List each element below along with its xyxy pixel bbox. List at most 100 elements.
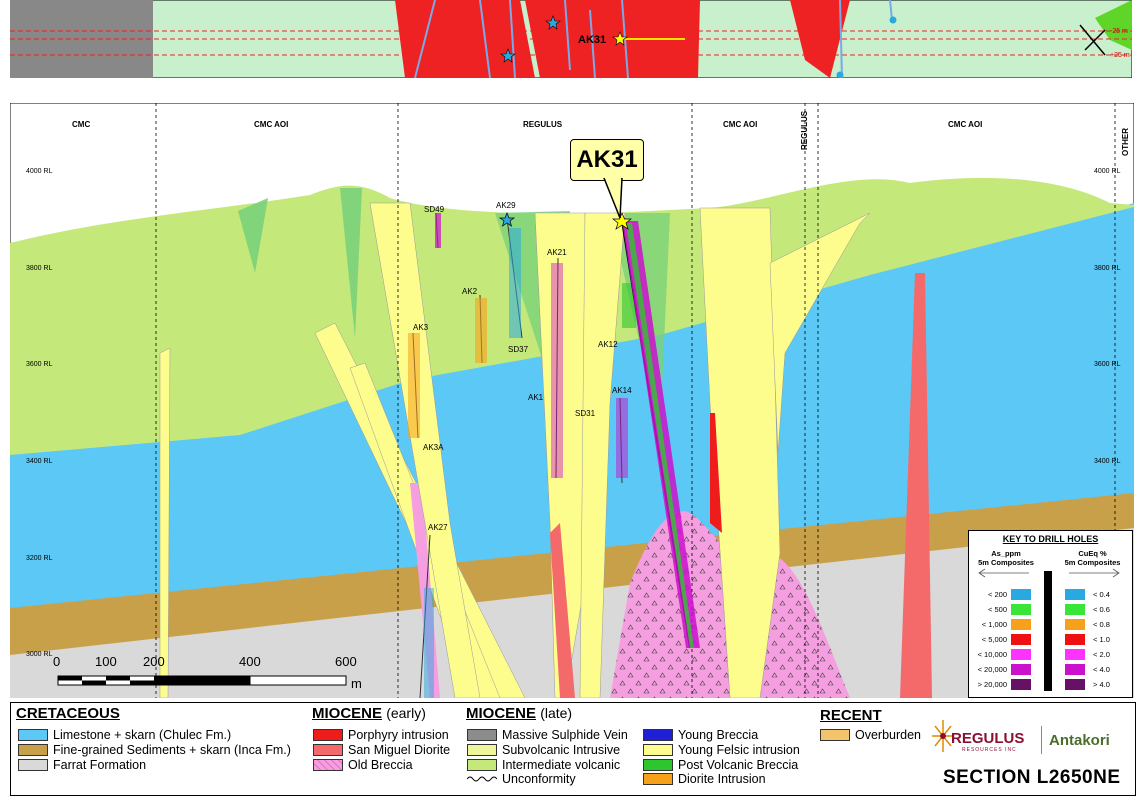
key-cueq-label: > 4.0 [1093, 680, 1110, 689]
ak31-callout: AK31 [570, 139, 644, 181]
unconformity-icon [467, 776, 497, 782]
key-as-swatch [1011, 604, 1031, 615]
key-as-label: < 500 [988, 605, 1007, 614]
key-cueq-swatch [1065, 634, 1085, 645]
legend-item-overburden: Overburden [820, 728, 921, 742]
key-cueq-label: < 0.6 [1093, 605, 1110, 614]
rl-label: 3000 RL [26, 651, 53, 658]
legend-item-diorite: Diorite Intrusion [643, 772, 766, 786]
scale-bar [57, 675, 347, 686]
logo-divider [1041, 726, 1042, 754]
hole-label-sd31: SD31 [575, 409, 596, 418]
key-cueq-label: < 1.0 [1093, 635, 1110, 644]
key-right-head: CuEq % 5m Composites [1064, 549, 1121, 567]
hole-label-sd49: SD49 [424, 205, 445, 214]
key-left-head: As_ppm 5m Composites [978, 549, 1034, 567]
key-cueq-swatch [1065, 664, 1085, 675]
swatch [820, 729, 850, 741]
swatch [467, 729, 497, 741]
key-as-swatch [1011, 664, 1031, 675]
scale-tick-label: 600 [335, 654, 357, 669]
zone-label: CMC AOI [948, 120, 983, 129]
rl-label: 3600 RL [26, 361, 53, 368]
plan-label-plus25: +25 m [1110, 52, 1130, 59]
hole-label-ak27: AK27 [428, 523, 448, 532]
key-as-swatch [1011, 589, 1031, 600]
scale-unit: m [351, 676, 362, 691]
rl-label: 4000 RL [1094, 168, 1121, 175]
key-as-swatch [1011, 649, 1031, 660]
legend-heading-miocene-early: MIOCENE (early) [312, 705, 426, 722]
drillhole-key: KEY TO DRILL HOLES As_ppm 5m Composites … [968, 530, 1133, 698]
key-as-label: < 1,000 [981, 620, 1007, 629]
hole-label-ak3: AK3 [413, 323, 429, 332]
key-cueq-swatch [1065, 604, 1085, 615]
key-as-swatch [1011, 634, 1031, 645]
legend-item-farrat: Farrat Formation [18, 758, 146, 772]
swatch [643, 759, 673, 771]
key-cueq-label: < 4.0 [1093, 665, 1110, 674]
cross-section [10, 103, 1134, 698]
zone-label: CMC AOI [254, 120, 289, 129]
hole-label-ak12: AK12 [598, 340, 618, 349]
key-as-swatch [1011, 619, 1031, 630]
legend-item-old-breccia: Old Breccia [313, 758, 413, 772]
zone-label: REGULUS [800, 110, 809, 150]
key-cueq-swatch [1065, 619, 1085, 630]
swatch [313, 744, 343, 756]
legend-heading-recent: RECENT [820, 707, 882, 724]
logo-regulus-sub: RESOURCES INC [962, 747, 1017, 753]
hole-label-ak21: AK21 [547, 248, 567, 257]
swatch [467, 759, 497, 771]
swatch [18, 729, 48, 741]
rl-label: 3200 RL [26, 555, 53, 562]
legend-item-young-felsic: Young Felsic intrusion [643, 743, 800, 757]
legend-item-san-miguel: San Miguel Diorite [313, 743, 450, 757]
key-cueq-label: < 0.4 [1093, 590, 1110, 599]
swatch [643, 729, 673, 741]
key-as-label: < 200 [988, 590, 1007, 599]
rl-label: 3400 RL [1094, 458, 1121, 465]
plan-label-ak31: AK31 [578, 34, 606, 46]
zone-label: OTHER [1121, 128, 1130, 156]
legend-item-unconformity: Unconformity [467, 772, 576, 786]
key-title: KEY TO DRILL HOLES [1002, 534, 1099, 544]
scale-tick-label: 200 [143, 654, 165, 669]
swatch [643, 744, 673, 756]
legend-item-limestone: Limestone + skarn (Chulec Fm.) [18, 728, 231, 742]
key-cueq-swatch [1065, 589, 1085, 600]
hole-label-ak2: AK2 [462, 287, 478, 296]
swatch [18, 759, 48, 771]
plan-view-strip: AK31 -25 m +25 m [10, 0, 1132, 78]
key-cueq-label: < 2.0 [1093, 650, 1110, 659]
rl-label: 3800 RL [26, 265, 53, 272]
key-cueq-swatch [1065, 649, 1085, 660]
key-cueq-swatch [1065, 679, 1085, 690]
hole-label-ak3a: AK3A [423, 443, 444, 452]
hole-label-ak29: AK29 [496, 201, 516, 210]
swatch [313, 729, 343, 741]
hole-label-sd37: SD37 [508, 345, 529, 354]
scale-tick-label: 400 [239, 654, 261, 669]
key-as-label: > 20,000 [977, 680, 1007, 689]
logo-regulus: REGULUS [951, 730, 1025, 747]
legend-heading-miocene-late: MIOCENE (late) [466, 705, 573, 722]
plan-label-minus25: -25 m [1110, 28, 1128, 35]
legend-item-post-volcanic-breccia: Post Volcanic Breccia [643, 758, 798, 772]
key-as-label: < 10,000 [977, 650, 1007, 659]
zone-label: CMC [72, 120, 91, 129]
legend-item-porphyry: Porphyry intrusion [313, 728, 449, 742]
legend-item-massive-sulphide: Massive Sulphide Vein [467, 728, 628, 742]
zone-label: REGULUS [523, 120, 563, 129]
callout-pointer [603, 178, 623, 219]
legend-item-intermediate-volcanic: Intermediate volcanic [467, 758, 620, 772]
logo-antakori: Antakori [1049, 732, 1110, 749]
legend-heading-cretaceous: CRETACEOUS [16, 705, 120, 722]
rl-label: 3600 RL [1094, 361, 1121, 368]
legend-item-subvolcanic: Subvolcanic Intrusive [467, 743, 620, 757]
swatch [643, 773, 673, 785]
scale-tick-label: 0 [53, 654, 61, 669]
rl-label: 3400 RL [26, 458, 53, 465]
key-as-label: < 5,000 [981, 635, 1007, 644]
zone-label: CMC AOI [723, 120, 758, 129]
